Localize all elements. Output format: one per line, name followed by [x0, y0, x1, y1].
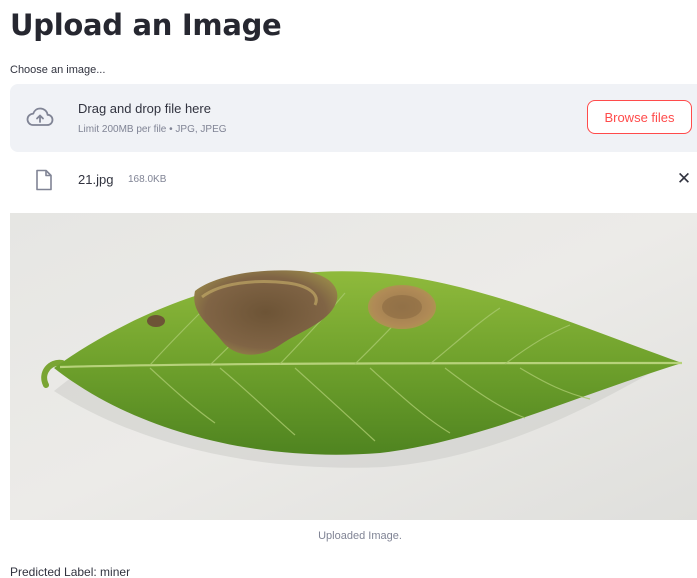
uploader-label: Choose an image...: [10, 64, 106, 76]
dropzone-limit-text: Limit 200MB per file • JPG, JPEG: [78, 124, 227, 135]
page-title: Upload an Image: [10, 8, 282, 42]
predicted-label: Predicted Label: miner: [10, 565, 131, 578]
uploaded-file-row: 21.jpg 168.0KB ✕: [10, 162, 697, 198]
cloud-upload-icon: [26, 107, 54, 126]
image-caption: Uploaded Image.: [318, 530, 402, 542]
leaf-photo: [10, 213, 697, 520]
dropzone-title: Drag and drop file here: [78, 101, 211, 116]
file-icon: [36, 169, 52, 191]
browse-files-button[interactable]: Browse files: [587, 100, 692, 134]
file-dropzone[interactable]: Drag and drop file here Limit 200MB per …: [10, 84, 697, 152]
uploaded-image: [10, 213, 697, 520]
close-icon[interactable]: ✕: [675, 170, 693, 188]
file-name: 21.jpg: [78, 172, 114, 187]
file-size: 168.0KB: [128, 174, 167, 185]
